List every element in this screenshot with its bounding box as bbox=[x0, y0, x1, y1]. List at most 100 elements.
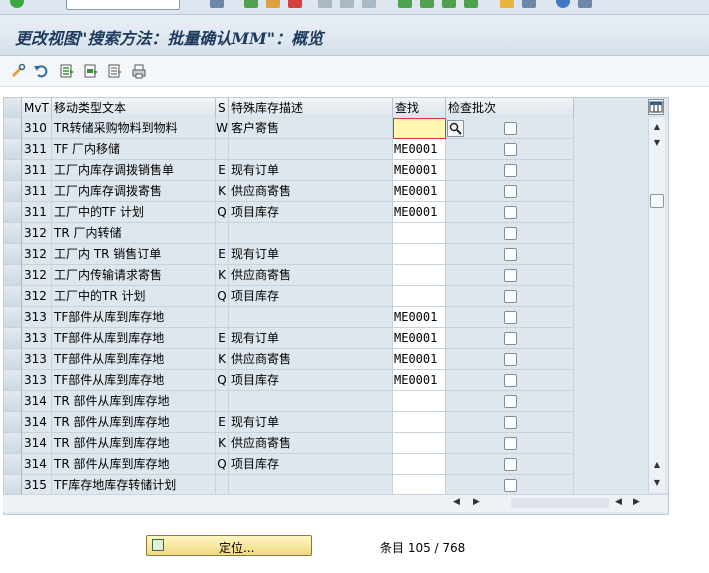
enter-icon[interactable] bbox=[10, 0, 24, 8]
row-selector[interactable] bbox=[4, 223, 22, 244]
undo-icon[interactable] bbox=[32, 62, 50, 80]
check-batch-checkbox[interactable] bbox=[504, 290, 517, 303]
previous-page-icon[interactable] bbox=[420, 0, 434, 8]
row-selector[interactable] bbox=[4, 412, 22, 433]
shortcut-icon[interactable] bbox=[522, 0, 536, 8]
first-page-icon[interactable] bbox=[398, 0, 412, 8]
row-selector[interactable] bbox=[4, 118, 22, 139]
cell-find-input[interactable]: ME0001 bbox=[393, 307, 446, 328]
cell-find-input[interactable] bbox=[393, 286, 446, 307]
check-batch-checkbox[interactable] bbox=[504, 122, 517, 135]
horizontal-scroll-thumb[interactable] bbox=[511, 498, 609, 508]
column-header-check-batch[interactable]: 检查批次 bbox=[446, 98, 574, 118]
find-icon[interactable] bbox=[340, 0, 354, 8]
scroll-right-icon[interactable]: ▶ bbox=[473, 497, 480, 507]
row-selector[interactable] bbox=[4, 286, 22, 307]
row-selector[interactable] bbox=[4, 475, 22, 496]
column-header-s[interactable]: S bbox=[216, 98, 229, 118]
row-selector[interactable] bbox=[4, 433, 22, 454]
table-row: 311 工厂内库存调拨寄售 K 供应商寄售 ME0001 bbox=[4, 181, 574, 202]
print-icon[interactable] bbox=[130, 62, 148, 80]
scrollbar-thumb[interactable] bbox=[650, 194, 664, 208]
cell-find-input[interactable] bbox=[393, 454, 446, 475]
check-batch-checkbox[interactable] bbox=[504, 332, 517, 345]
row-selector[interactable] bbox=[4, 265, 22, 286]
cell-find-input[interactable]: ME0001 bbox=[393, 202, 446, 223]
command-field[interactable] bbox=[66, 0, 180, 10]
row-selector[interactable] bbox=[4, 160, 22, 181]
column-header-mvt[interactable]: MvT bbox=[22, 98, 52, 118]
cell-find-input[interactable]: ME0001 bbox=[393, 139, 446, 160]
help-icon[interactable] bbox=[556, 0, 570, 8]
column-header-text[interactable]: 移动类型文本 bbox=[52, 98, 216, 118]
scroll-left-icon[interactable]: ◀ bbox=[453, 497, 460, 507]
save-icon[interactable] bbox=[210, 0, 224, 8]
check-batch-checkbox[interactable] bbox=[504, 353, 517, 366]
check-batch-checkbox[interactable] bbox=[504, 206, 517, 219]
print-icon[interactable] bbox=[318, 0, 332, 8]
cell-find-input[interactable]: ME0001 bbox=[393, 181, 446, 202]
scroll-up-icon[interactable]: ▼ bbox=[649, 136, 665, 150]
select-block-icon[interactable] bbox=[82, 62, 100, 80]
select-all-icon[interactable] bbox=[58, 62, 76, 80]
deselect-all-icon[interactable] bbox=[106, 62, 124, 80]
scroll-left-icon-2[interactable]: ◀ bbox=[615, 497, 622, 507]
scroll-first-icon[interactable]: ▲ bbox=[649, 120, 665, 134]
cell-find-input[interactable] bbox=[393, 265, 446, 286]
vertical-scrollbar[interactable]: ▲ ▼ ▲ ▼ bbox=[648, 118, 665, 492]
check-batch-checkbox[interactable] bbox=[504, 248, 517, 261]
cell-find-input[interactable] bbox=[393, 244, 446, 265]
check-batch-checkbox[interactable] bbox=[504, 374, 517, 387]
row-selector[interactable] bbox=[4, 370, 22, 391]
cancel-icon[interactable] bbox=[288, 0, 302, 8]
exit-icon[interactable] bbox=[266, 0, 280, 8]
next-page-icon[interactable] bbox=[442, 0, 456, 8]
new-session-icon[interactable] bbox=[500, 0, 514, 8]
find-input-focused[interactable] bbox=[393, 118, 446, 139]
row-selector[interactable] bbox=[4, 139, 22, 160]
locate-button[interactable]: 定位... bbox=[146, 535, 312, 556]
scroll-down-icon[interactable]: ▲ bbox=[649, 458, 665, 472]
horizontal-scrollbar[interactable]: ◀ ▶ ◀ ▶ bbox=[3, 494, 667, 512]
cell-find-input[interactable]: ME0001 bbox=[393, 328, 446, 349]
row-selector[interactable] bbox=[4, 328, 22, 349]
check-batch-checkbox[interactable] bbox=[504, 458, 517, 471]
cell-find-input[interactable] bbox=[393, 391, 446, 412]
back-icon[interactable] bbox=[244, 0, 258, 8]
row-selector[interactable] bbox=[4, 307, 22, 328]
cell-find-input[interactable] bbox=[393, 433, 446, 454]
check-batch-checkbox[interactable] bbox=[504, 143, 517, 156]
select-all-rows-button[interactable] bbox=[4, 98, 22, 118]
cell-find-input[interactable]: ME0001 bbox=[393, 370, 446, 391]
change-glasses-icon[interactable] bbox=[9, 62, 27, 80]
cell-find-input[interactable]: ME0001 bbox=[393, 160, 446, 181]
cell-find-input[interactable]: ME0001 bbox=[393, 349, 446, 370]
column-settings-icon[interactable] bbox=[648, 99, 664, 115]
check-batch-checkbox[interactable] bbox=[504, 227, 517, 240]
check-batch-checkbox[interactable] bbox=[504, 395, 517, 408]
check-batch-checkbox[interactable] bbox=[504, 164, 517, 177]
layout-icon[interactable] bbox=[578, 0, 592, 8]
row-selector[interactable] bbox=[4, 391, 22, 412]
scroll-last-icon[interactable]: ▼ bbox=[649, 476, 665, 490]
row-selector[interactable] bbox=[4, 202, 22, 223]
cell-find-input[interactable] bbox=[393, 475, 446, 496]
row-selector[interactable] bbox=[4, 244, 22, 265]
check-batch-checkbox[interactable] bbox=[504, 311, 517, 324]
row-selector[interactable] bbox=[4, 454, 22, 475]
find-next-icon[interactable] bbox=[362, 0, 376, 8]
last-page-icon[interactable] bbox=[464, 0, 478, 8]
value-help-button[interactable] bbox=[447, 120, 464, 137]
check-batch-checkbox[interactable] bbox=[504, 185, 517, 198]
check-batch-checkbox[interactable] bbox=[504, 416, 517, 429]
check-batch-checkbox[interactable] bbox=[504, 479, 517, 492]
column-header-find[interactable]: 查找 bbox=[393, 98, 446, 118]
cell-find-input[interactable] bbox=[393, 223, 446, 244]
check-batch-checkbox[interactable] bbox=[504, 269, 517, 282]
row-selector[interactable] bbox=[4, 181, 22, 202]
check-batch-checkbox[interactable] bbox=[504, 437, 517, 450]
scroll-right-icon-2[interactable]: ▶ bbox=[633, 497, 640, 507]
row-selector[interactable] bbox=[4, 349, 22, 370]
column-header-special-stock[interactable]: 特殊库存描述 bbox=[229, 98, 393, 118]
cell-find-input[interactable] bbox=[393, 412, 446, 433]
